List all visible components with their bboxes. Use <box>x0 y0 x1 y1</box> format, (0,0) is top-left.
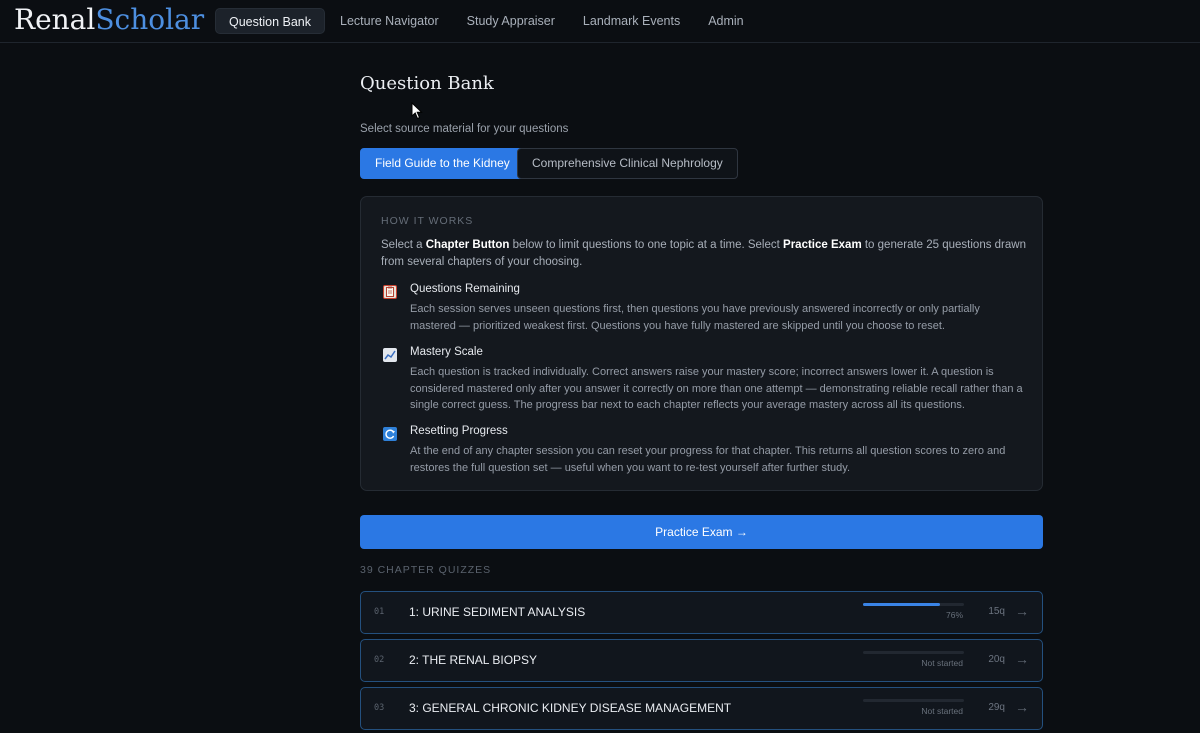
chapter-progress-fill <box>863 603 940 606</box>
chapter-progress-bar <box>863 651 964 654</box>
practice-exam-button[interactable]: Practice Exam → <box>360 515 1043 549</box>
arrow-right-icon: → <box>1015 651 1029 667</box>
feature-description: At the end of any chapter session you ca… <box>410 445 1006 474</box>
source-comprehensive-nephrology-button[interactable]: Comprehensive Clinical Nephrology <box>517 148 738 179</box>
intro-bold-practice-exam: Practice Exam <box>783 239 862 251</box>
chapter-quizzes-heading: 39 CHAPTER QUIZZES <box>360 564 492 576</box>
chapter-name: 2: THE RENAL BIOPSY <box>409 653 538 667</box>
main-nav: Question Bank Lecture Navigator Study Ap… <box>215 8 759 34</box>
chapter-question-count: 15q <box>988 606 1005 617</box>
nav-admin[interactable]: Admin <box>695 8 756 34</box>
chapter-progress-status: 76% <box>945 610 963 620</box>
feature-title: Resetting Progress <box>410 425 508 437</box>
clipboard-icon <box>383 285 397 299</box>
nav-landmark-events[interactable]: Landmark Events <box>570 8 693 34</box>
feature-title: Mastery Scale <box>410 346 483 358</box>
chapter-progress-bar <box>863 699 964 702</box>
feature-description: Each session serves unseen questions fir… <box>410 303 980 332</box>
intro-text-2: below to limit questions to one topic at… <box>509 239 784 251</box>
source-field-guide-button[interactable]: Field Guide to the Kidney <box>360 148 525 179</box>
chapter-row[interactable]: 02 2: THE RENAL BIOPSY Not started 20q → <box>360 639 1043 682</box>
chapter-name: 3: GENERAL CHRONIC KIDNEY DISEASE MANAGE… <box>409 701 732 715</box>
chapter-question-count: 29q <box>988 702 1005 713</box>
chapter-row[interactable]: 01 1: URINE SEDIMENT ANALYSIS 76% 15q → <box>360 591 1043 634</box>
feature-title: Questions Remaining <box>410 283 520 295</box>
feature-description: Each question is tracked individually. C… <box>410 366 1023 411</box>
chapter-number: 03 <box>374 703 385 713</box>
mouse-cursor-icon <box>411 101 423 125</box>
arrow-right-icon: → <box>1015 603 1029 619</box>
intro-bold-chapter-button: Chapter Button <box>425 239 510 251</box>
logo-text-renal: Renal <box>14 3 96 36</box>
top-nav-bar: RenalScholar Question Bank Lecture Navig… <box>0 0 1200 43</box>
how-it-works-heading: HOW IT WORKS <box>381 215 474 227</box>
nav-question-bank[interactable]: Question Bank <box>215 8 325 34</box>
reset-icon <box>383 427 397 441</box>
nav-lecture-navigator[interactable]: Lecture Navigator <box>327 8 452 34</box>
chapter-progress-status: Not started <box>921 706 963 716</box>
chapter-name: 1: URINE SEDIMENT ANALYSIS <box>409 605 586 619</box>
chart-up-icon <box>383 348 397 362</box>
nav-study-appraiser[interactable]: Study Appraiser <box>454 8 568 34</box>
page-title: Question Bank <box>360 73 494 94</box>
chapter-question-count: 20q <box>988 654 1005 665</box>
app-logo[interactable]: RenalScholar <box>14 3 204 36</box>
intro-text-1: Select a <box>381 239 426 251</box>
chapter-progress-bar <box>863 603 964 606</box>
chapter-row[interactable]: 03 3: GENERAL CHRONIC KIDNEY DISEASE MAN… <box>360 687 1043 730</box>
chapter-number: 02 <box>374 655 385 665</box>
source-select-label: Select source material for your question… <box>360 123 569 135</box>
chapter-progress-status: Not started <box>921 658 963 668</box>
how-it-works-intro: Select a Chapter Button below to limit q… <box>381 237 1026 270</box>
how-it-works-panel: HOW IT WORKS Select a Chapter Button bel… <box>360 196 1043 491</box>
arrow-right-icon: → <box>1015 699 1029 715</box>
logo-text-scholar: Scholar <box>95 3 205 36</box>
chapter-number: 01 <box>374 607 385 617</box>
